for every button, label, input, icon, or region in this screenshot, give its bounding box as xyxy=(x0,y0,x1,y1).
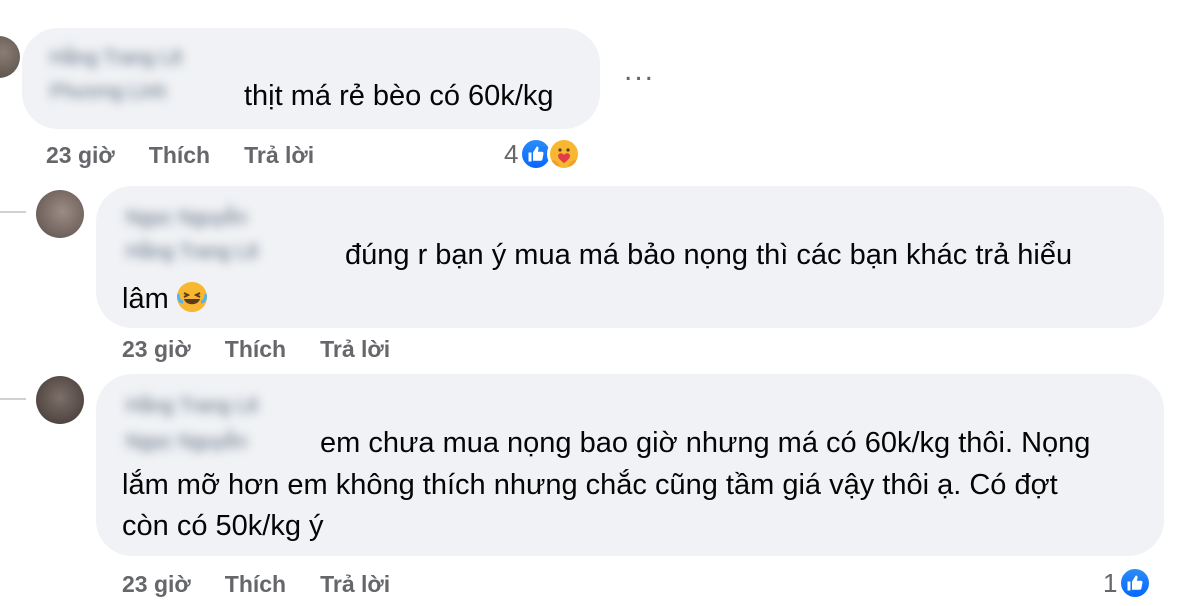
like-button[interactable]: Thích xyxy=(225,336,286,363)
tagged-name[interactable]: Ngọc Nguyễn xyxy=(126,430,247,454)
comment-text: thịt má rẻ bèo có 60k/kg xyxy=(244,80,554,112)
reaction-count: 4 xyxy=(504,138,519,169)
comment-text-line-1: đúng r bạn ý mua má bảo nọng thì các bạn… xyxy=(345,239,1073,271)
comment-meta: 23 giờ Thích Trả lời xyxy=(122,567,390,601)
like-button[interactable]: Thích xyxy=(149,142,210,169)
tagged-name[interactable]: Hằng Trang Lê xyxy=(126,240,258,264)
tagged-name[interactable]: Phương Linh xyxy=(50,80,167,104)
comment-text-line-1: em chưa mua nọng bao giờ nhưng má có 60k… xyxy=(320,427,1091,459)
like-icon xyxy=(1118,566,1153,600)
more-options-icon[interactable]: ... xyxy=(624,54,655,88)
timestamp[interactable]: 23 giờ xyxy=(122,571,191,598)
avatar[interactable] xyxy=(36,190,84,238)
commenter-name[interactable]: Hằng Trang Lê xyxy=(50,46,182,70)
laughing-tears-emoji xyxy=(176,282,207,312)
care-icon xyxy=(547,137,582,171)
commenter-name[interactable]: Ngọc Nguyễn xyxy=(126,206,247,230)
comment-meta: 23 giờ Thích Trả lời xyxy=(122,332,390,366)
reaction-summary[interactable]: 4 xyxy=(504,137,582,171)
reply-button[interactable]: Trả lời xyxy=(320,336,390,363)
comment-text-line-3: còn có 50k/kg ý xyxy=(122,510,324,542)
comment-text-line-2: lâm xyxy=(122,280,207,318)
reaction-count: 1 xyxy=(1103,567,1118,598)
like-button[interactable]: Thích xyxy=(225,571,286,598)
commenter-name[interactable]: Hằng Trang Lê xyxy=(126,394,258,418)
timestamp[interactable]: 23 giờ xyxy=(122,336,191,363)
comment-text-line-2: lắm mỡ hơn em không thích nhưng chắc cũn… xyxy=(122,469,1058,501)
thread-connector xyxy=(0,398,26,400)
thread-connector xyxy=(0,211,26,213)
reply-button[interactable]: Trả lời xyxy=(320,571,390,598)
reply-button[interactable]: Trả lời xyxy=(244,142,314,169)
avatar[interactable] xyxy=(0,36,20,78)
comment-meta: 23 giờ Thích Trả lời xyxy=(46,138,314,172)
timestamp[interactable]: 23 giờ xyxy=(46,142,115,169)
reaction-summary[interactable]: 1 xyxy=(1103,566,1153,600)
comment-text-word: lâm xyxy=(122,283,169,315)
avatar[interactable] xyxy=(36,376,84,424)
